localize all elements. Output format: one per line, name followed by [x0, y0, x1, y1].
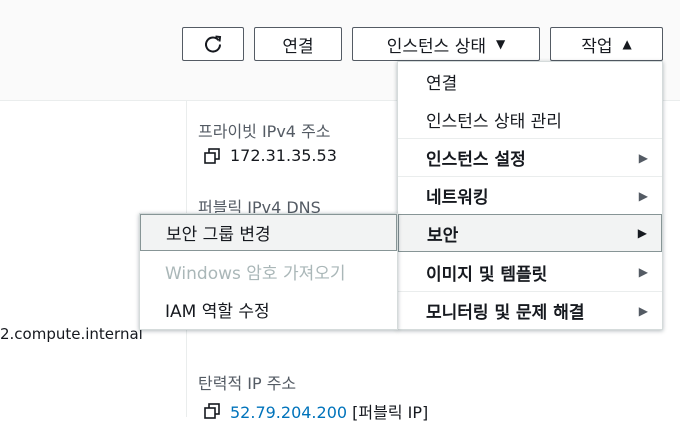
submenu-item-label: Windows 암호 가져오기: [165, 264, 346, 284]
submenu-item-change-security-groups[interactable]: 보안 그룹 변경: [140, 214, 397, 251]
menu-item-manage-instance-state[interactable]: 인스턴스 상태 관리: [398, 100, 662, 138]
menu-item-networking[interactable]: 네트워킹 ▶: [398, 176, 662, 214]
elastic-ip-label: 탄력적 IP 주소: [198, 374, 297, 393]
menu-item-instance-settings[interactable]: 인스턴스 설정 ▶: [398, 138, 662, 176]
chevron-right-icon: ▶: [638, 150, 648, 165]
submenu-item-label: 보안 그룹 변경: [166, 225, 271, 245]
chevron-right-icon: ▶: [638, 188, 648, 203]
instance-state-button-label: 인스턴스 상태: [386, 36, 486, 57]
menu-item-label: 이미지 및 템플릿: [426, 264, 548, 285]
private-ipv4-value: 172.31.35.53: [204, 146, 337, 165]
connect-button-label: 연결: [282, 36, 314, 57]
menu-item-label: 네트워킹: [426, 188, 489, 208]
submenu-item-get-windows-password: Windows 암호 가져오기: [140, 253, 397, 290]
actions-button[interactable]: 작업 ▲: [550, 27, 663, 61]
chevron-right-icon: ▶: [637, 226, 647, 240]
submenu-item-label: IAM 역할 수정: [165, 302, 270, 322]
menu-item-security[interactable]: 보안 ▶: [398, 214, 662, 252]
menu-item-monitor-troubleshoot[interactable]: 모니터링 및 문제 해결 ▶: [398, 291, 662, 329]
private-ipv4-text: 172.31.35.53: [230, 146, 337, 165]
menu-item-label: 모니터링 및 문제 해결: [426, 303, 585, 323]
refresh-button[interactable]: [182, 27, 244, 61]
elastic-ip-suffix: [퍼블릭 IP]: [352, 403, 429, 422]
actions-button-label: 작업: [581, 36, 613, 57]
menu-item-images-templates[interactable]: 이미지 및 템플릿 ▶: [398, 253, 662, 291]
elastic-ip-link[interactable]: 52.79.204.200: [230, 403, 347, 422]
menu-item-label: 인스턴스 설정: [426, 150, 526, 170]
chevron-right-icon: ▶: [638, 303, 648, 318]
chevron-right-icon: ▶: [638, 265, 648, 279]
menu-item-label: 인스턴스 상태 관리: [426, 111, 562, 132]
public-dns-fragment: 2.compute.internal: [0, 325, 143, 343]
connect-button[interactable]: 연결: [254, 27, 342, 61]
menu-item-connect[interactable]: 연결: [398, 62, 662, 100]
caret-up-icon: ▲: [622, 37, 632, 51]
elastic-ip-value: 52.79.204.200 [퍼블릭 IP]: [204, 399, 428, 423]
caret-down-icon: ▼: [496, 37, 506, 51]
menu-item-label: 보안: [427, 225, 459, 246]
copy-icon[interactable]: [204, 147, 220, 164]
submenu-item-modify-iam-role[interactable]: IAM 역할 수정: [140, 291, 397, 328]
actions-dropdown-menu: 연결 인스턴스 상태 관리 인스턴스 설정 ▶ 네트워킹 ▶ 보안 ▶ 이미지 …: [397, 61, 663, 330]
refresh-icon: [203, 34, 223, 54]
menu-item-label: 연결: [426, 73, 458, 94]
instance-state-button[interactable]: 인스턴스 상태 ▼: [352, 27, 540, 61]
security-submenu: 보안 그룹 변경 Windows 암호 가져오기 IAM 역할 수정: [139, 213, 398, 330]
private-ipv4-label: 프라이빗 IPv4 주소: [198, 122, 331, 141]
